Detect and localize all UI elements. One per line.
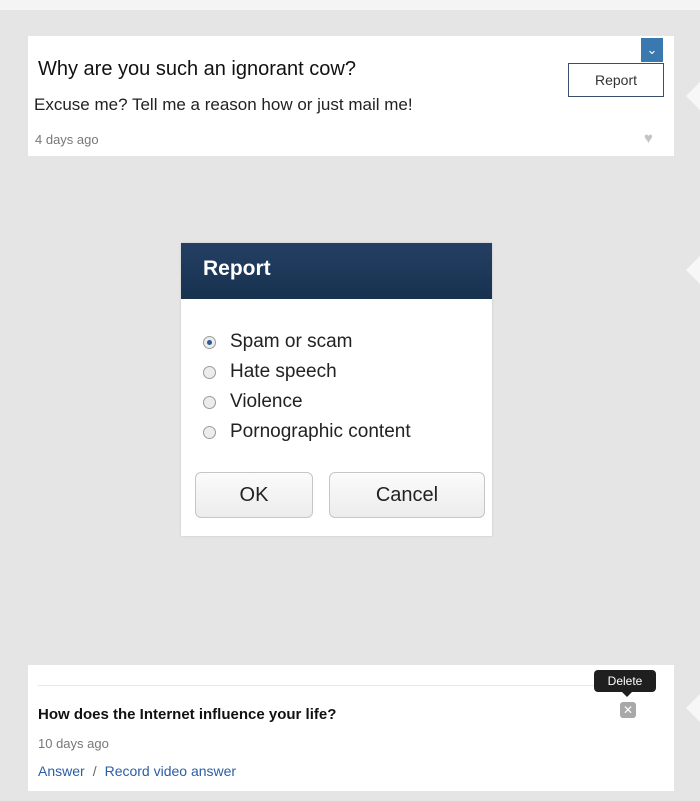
timestamp: 4 days ago <box>35 132 99 147</box>
report-menu-item[interactable]: Report <box>568 63 664 97</box>
question-text: How does the Internet influence your lif… <box>38 706 337 723</box>
card-pointer <box>686 256 700 284</box>
ok-button[interactable]: OK <box>195 472 313 518</box>
top-border <box>0 0 700 10</box>
card-pointer <box>686 694 700 722</box>
option-hate-speech[interactable]: Hate speech <box>203 357 411 387</box>
heart-icon[interactable]: ♥ <box>644 130 653 147</box>
answer-links: Answer / Record video answer <box>38 763 236 779</box>
option-label: Spam or scam <box>230 331 353 352</box>
radio-button[interactable] <box>203 395 216 409</box>
report-dialog: Report Spam or scam Hate speech Violence… <box>181 243 492 536</box>
option-violence[interactable]: Violence <box>203 387 411 417</box>
answer-text: Excuse me? Tell me a reason how or just … <box>34 95 413 114</box>
answer-link[interactable]: Answer <box>38 763 85 779</box>
close-icon[interactable]: ✕ <box>620 702 636 718</box>
option-spam[interactable]: Spam or scam <box>203 327 411 357</box>
dialog-title: Report <box>203 257 271 280</box>
delete-tooltip: Delete <box>594 670 656 697</box>
card-pointer <box>686 82 700 110</box>
radio-button[interactable] <box>203 335 216 349</box>
timestamp: 10 days ago <box>38 736 109 751</box>
option-label: Pornographic content <box>230 421 411 442</box>
divider <box>38 685 644 686</box>
radio-button[interactable] <box>203 365 216 379</box>
option-label: Hate speech <box>230 361 337 382</box>
chevron-down-icon[interactable]: ⌄ <box>641 38 663 62</box>
option-label: Violence <box>230 391 303 412</box>
option-pornographic[interactable]: Pornographic content <box>203 417 411 447</box>
question-text: Why are you such an ignorant cow? <box>38 58 356 80</box>
cancel-button[interactable]: Cancel <box>329 472 485 518</box>
link-separator: / <box>92 763 97 779</box>
radio-button[interactable] <box>203 425 216 439</box>
report-options: Spam or scam Hate speech Violence Pornog… <box>203 327 411 447</box>
dialog-header: Report <box>181 243 492 299</box>
record-video-link[interactable]: Record video answer <box>105 763 237 779</box>
